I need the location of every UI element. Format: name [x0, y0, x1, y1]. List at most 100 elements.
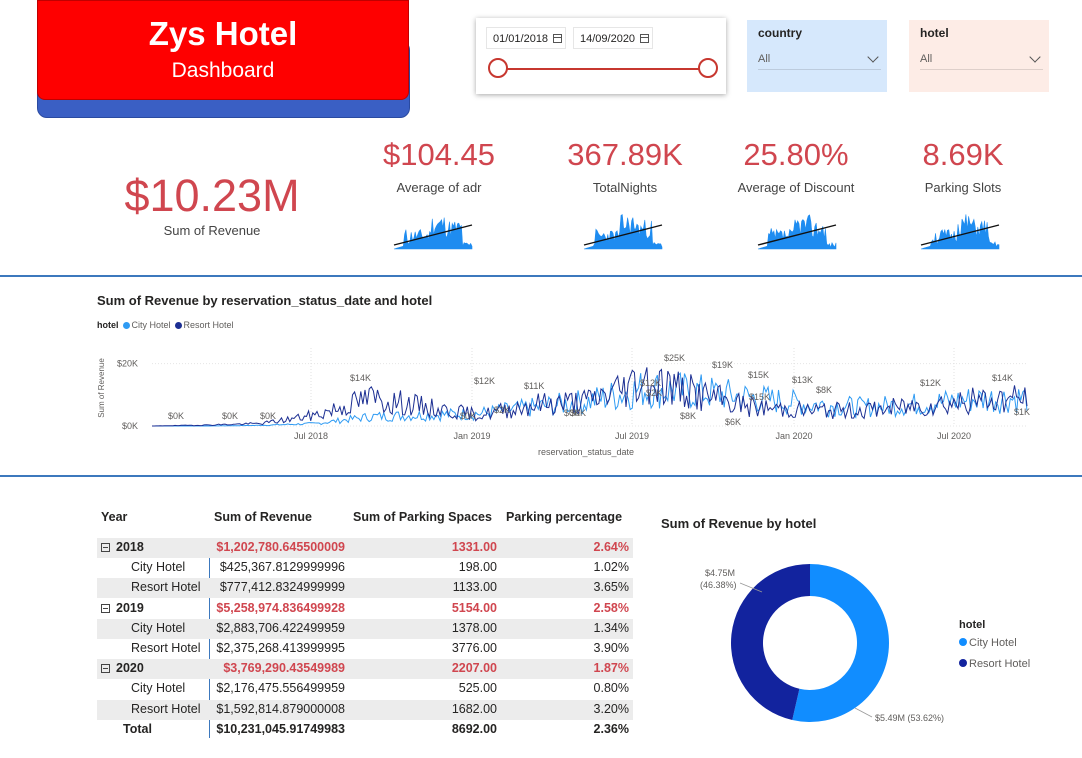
matrix-parking-cell: 2207.00 — [451, 661, 497, 676]
date-slider-end-handle[interactable] — [698, 58, 718, 78]
data-label: $1K — [1014, 407, 1030, 417]
leader-line — [854, 707, 873, 718]
x-axis-label: reservation_status_date — [538, 447, 634, 457]
matrix-hotel-row[interactable]: City Hotel $2,176,475.556499959 525.00 0.80… — [97, 679, 633, 699]
kpi-adr-value: $104.45 — [382, 137, 496, 172]
matrix-year-label: 2020 — [116, 661, 144, 676]
data-label: $0K — [260, 411, 276, 421]
matrix-row-label: Total — [123, 721, 152, 736]
matrix-year-row[interactable]: 2020 $3,769,290.43549989 2207.00 1.87% — [97, 659, 633, 680]
dashboard-subtitle: Dashboard — [171, 59, 275, 82]
matrix-hotel-row[interactable]: City Hotel $425,367.8129999996 198.00 1.02% — [97, 558, 633, 578]
header-revenue[interactable]: Sum of Revenue — [214, 510, 312, 524]
kpi-discount-value: 25.80% — [743, 137, 849, 172]
matrix-revenue-cell: $2,375,268.413999995 — [216, 641, 345, 655]
matrix-total-row[interactable]: Total $10,231,045.91749983 8692.00 2.36% — [97, 720, 633, 740]
matrix-pct-cell: 2.64% — [593, 540, 629, 554]
collapse-icon[interactable] — [101, 543, 110, 552]
start-date-input[interactable]: 01/01/2018 — [486, 27, 566, 49]
matrix-header-row: Year Sum of Revenue Sum of Parking Space… — [97, 508, 633, 528]
chevron-down-icon[interactable] — [1029, 51, 1041, 63]
matrix-year-row[interactable]: 2019 $5,258,974.836499928 5154.00 2.58% — [97, 599, 633, 619]
kpi-adr-sparkline — [393, 217, 473, 250]
matrix-year-row[interactable]: 2018 $1,202,780.645500009 1331.00 2.64% — [97, 538, 633, 558]
matrix-hotel-row[interactable]: Resort Hotel $777,412.8324999999 1133.00 3.… — [97, 578, 633, 599]
matrix-pct-cell: 1.87% — [593, 661, 629, 676]
data-label: $14K — [350, 373, 371, 383]
matrix-pct-cell: 2.36% — [593, 721, 629, 736]
donut-legend-item-city[interactable]: City Hotel — [959, 637, 1017, 649]
matrix-pct-cell: 3.20% — [593, 701, 629, 716]
matrix-hotel-row[interactable]: Resort Hotel $2,375,268.413999995 3776.00 3… — [97, 639, 633, 659]
matrix-revenue-cell: $2,883,706.422499959 — [216, 620, 345, 635]
calendar-icon[interactable] — [640, 34, 649, 43]
donut-label-resort-pct: (46.38%) — [700, 580, 737, 590]
hotel-dropdown[interactable]: All — [920, 51, 1043, 70]
collapse-icon[interactable] — [101, 603, 110, 613]
data-label: $12K — [920, 378, 941, 388]
calendar-icon[interactable] — [553, 34, 562, 43]
matrix-row-label: City Hotel — [131, 560, 186, 575]
series-line-resort-hotel — [152, 367, 1028, 427]
hotel-slicer: hotel All — [909, 20, 1049, 92]
matrix-parking-cell: 525.00 — [458, 681, 497, 696]
legend-dot-icon — [122, 322, 130, 329]
data-label: $0K — [168, 411, 184, 421]
matrix-revenue-cell: $5,258,974.836499928 — [216, 600, 345, 615]
matrix-revenue-cell: $10,231,045.91749983 — [216, 721, 345, 736]
data-label: $8K — [816, 385, 832, 395]
donut-legend-label-city: City Hotel — [969, 637, 1017, 649]
matrix-revenue-cell: $2,176,475.556499959 — [216, 681, 345, 696]
chevron-down-icon[interactable] — [867, 51, 879, 63]
sparkline-area — [920, 214, 1000, 250]
kpi-parking-label: Parking Slots — [924, 180, 1002, 195]
sparkline-area — [583, 214, 663, 250]
end-date-input[interactable]: 14/09/2020 — [573, 27, 653, 49]
y-tick-label: $0K — [122, 421, 138, 431]
matrix-pct-cell: 1.02% — [593, 560, 629, 575]
x-tick-label: Jul 2020 — [937, 431, 971, 441]
date-range-slicer: 01/01/2018 14/09/2020 — [476, 18, 726, 94]
kpi-nights-label: TotalNights — [592, 180, 658, 195]
matrix-row-label: Resort Hotel — [131, 701, 201, 716]
revenue-line-chart[interactable]: Sum of Revenue $20K $0K Jul 2018 Jan 2019 Jul… — [92, 340, 1037, 462]
matrix-revenue-cell: $1,592,814.879000008 — [216, 701, 345, 716]
matrix-parking-cell: 5154.00 — [451, 600, 497, 615]
header-year[interactable]: Year — [101, 510, 127, 524]
matrix-parking-cell: 3776.00 — [451, 641, 497, 655]
header-parking[interactable]: Sum of Parking Spaces — [353, 510, 492, 524]
matrix-row-label: 2018 — [101, 540, 144, 554]
matrix-pct-cell: 1.34% — [593, 620, 629, 635]
x-tick-label: Jan 2019 — [453, 431, 490, 441]
country-dropdown[interactable]: All — [758, 51, 881, 70]
legend-item-resort[interactable]: Resort Hotel — [184, 320, 234, 330]
end-date-value: 14/09/2020 — [580, 33, 636, 45]
matrix-row-label: City Hotel — [131, 681, 186, 696]
matrix-pct-cell: 3.65% — [593, 580, 629, 595]
kpi-nights-sparkline — [583, 214, 663, 250]
matrix-parking-cell: 8692.00 — [451, 721, 497, 736]
kpi-nights-value: 367.89K — [567, 137, 683, 172]
matrix-hotel-row[interactable]: Resort Hotel $1,592,814.879000008 1682.00 3… — [97, 699, 633, 720]
donut-legend-item-resort[interactable]: Resort Hotel — [959, 658, 1030, 670]
matrix-pct-cell: 2.58% — [593, 600, 629, 615]
header-parking-pct[interactable]: Parking percentage — [506, 510, 622, 524]
donut-label-city: $5.49M (53.62%) — [875, 713, 945, 723]
data-label: $15K — [749, 392, 770, 402]
matrix-parking-cell: 1378.00 — [451, 620, 497, 635]
hotel-slicer-title: hotel — [920, 26, 949, 40]
x-tick-label: Jul 2019 — [615, 431, 649, 441]
date-slider-track[interactable] — [498, 68, 708, 70]
matrix-hotel-row[interactable]: City Hotel $2,883,706.422499959 1378.00 1.3… — [97, 618, 633, 639]
data-label: $15K — [748, 370, 769, 380]
collapse-icon[interactable] — [101, 664, 110, 674]
date-slider-start-handle[interactable] — [488, 58, 508, 78]
legend-item-city[interactable]: City Hotel — [132, 320, 171, 330]
matrix-revenue-cell: $777,412.8324999999 — [219, 580, 345, 595]
dashboard-title: Zys Hotel — [148, 15, 298, 52]
legend-dot-icon — [174, 322, 182, 329]
country-dropdown-value: All — [758, 53, 771, 65]
donut-chart-title: Sum of Revenue by hotel — [661, 516, 817, 531]
donut-label-resort-value: $4.75M — [705, 568, 736, 578]
matrix-row-label: Resort Hotel — [131, 580, 201, 595]
